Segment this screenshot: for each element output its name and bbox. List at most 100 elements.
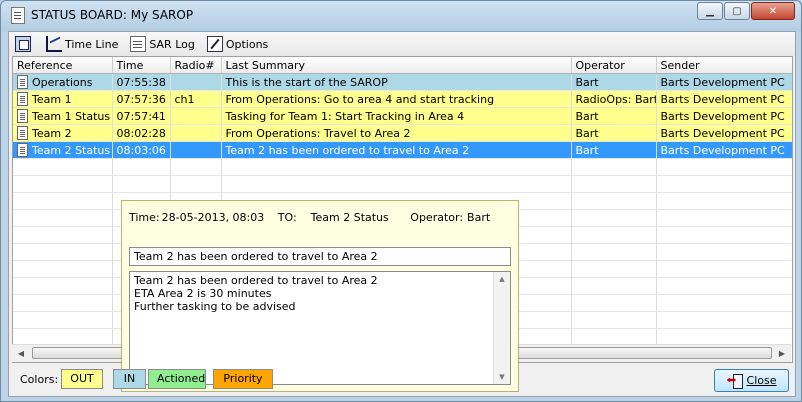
scroll-left-icon[interactable]: ◀: [14, 347, 28, 360]
minimize-icon: ▁: [706, 5, 714, 17]
reference-text: Team 1: [32, 92, 72, 106]
cell-operator: Bart: [571, 73, 657, 91]
empty-cell: [656, 260, 792, 278]
operator-label: Operator:: [410, 211, 464, 224]
table-row[interactable]: Team 1 Status 07:57:41 Tasking for Team 1:…: [13, 107, 792, 125]
options-button[interactable]: Options: [206, 34, 269, 54]
cell-time: 07:57:41: [112, 107, 171, 125]
document-icon: [17, 143, 28, 157]
column-header-reference[interactable]: Reference: [13, 57, 113, 74]
empty-cell: [170, 158, 222, 176]
empty-cell: [656, 209, 792, 227]
close-button[interactable]: Close: [714, 369, 789, 392]
exit-door-icon: [727, 373, 743, 389]
message-line: ETA Area 2 is 30 minutes: [134, 287, 272, 300]
empty-cell: [571, 311, 657, 329]
to-label: TO:: [277, 211, 297, 224]
empty-cell: [656, 294, 792, 312]
chart-icon: [46, 36, 62, 52]
toolbar: Time Line SAR Log Options: [9, 32, 795, 56]
column-header-last-summary[interactable]: Last Summary: [221, 57, 572, 74]
empty-cell: [571, 294, 657, 312]
cell-time: 08:03:06: [112, 141, 171, 159]
cell-reference: Operations: [13, 73, 113, 91]
tile-windows-icon: [15, 36, 31, 52]
empty-cell: [13, 328, 113, 346]
table-row[interactable]: Team 2 08:02:28 From Operations: Travel to…: [13, 124, 792, 142]
cell-time: 07:55:38: [112, 73, 171, 91]
column-header-sender[interactable]: Sender: [656, 57, 792, 74]
maximize-icon: ▢: [732, 5, 742, 17]
maximize-button[interactable]: ▢: [724, 2, 750, 20]
empty-cell: [656, 328, 792, 346]
document-icon: [17, 92, 28, 106]
legend-actioned-swatch: Actioned: [148, 369, 206, 389]
table-row[interactable]: Operations 07:55:38 This is the start of t…: [13, 73, 792, 91]
close-x-icon: ✕: [768, 5, 778, 17]
time-label: Time:: [129, 211, 160, 224]
message-body-lines: Team 2 has been ordered to travel to Are…: [130, 272, 510, 313]
empty-cell: [170, 175, 222, 193]
table-row[interactable]: Team 1 07:57:36 ch1 From Operations: Go to …: [13, 90, 792, 108]
reference-cell-content: Team 1 Status: [17, 109, 111, 123]
reference-text: Operations: [32, 75, 93, 89]
empty-cell: [656, 243, 792, 261]
empty-cell: [112, 158, 171, 176]
reference-text: Team 1 Status: [32, 109, 111, 123]
status-board-window: STATUS BOARD: My SAROP ▁ ▢ ✕ Time Line S…: [0, 0, 802, 402]
empty-cell: [571, 328, 657, 346]
empty-cell: [656, 277, 792, 295]
tile-windows-button[interactable]: [15, 34, 34, 54]
operator-value: Bart: [467, 211, 491, 224]
title-bar[interactable]: STATUS BOARD: My SAROP ▁ ▢ ✕: [1, 1, 801, 29]
empty-cell: [571, 175, 657, 193]
empty-cell: [571, 209, 657, 227]
timeline-label: Time Line: [65, 37, 119, 51]
cell-reference: Team 1: [13, 90, 113, 108]
message-line: Team 2 has been ordered to travel to Are…: [134, 274, 378, 287]
empty-cell: [13, 277, 113, 295]
empty-cell: [13, 260, 113, 278]
cell-sender: Barts Development PC: [656, 73, 792, 91]
minimize-button[interactable]: ▁: [697, 2, 723, 20]
scroll-right-icon[interactable]: ▶: [775, 347, 789, 360]
column-header-time[interactable]: Time: [112, 57, 171, 74]
bottom-bar: Colors: OUT IN Actioned Priority Close: [9, 365, 795, 395]
document-icon: [11, 7, 25, 24]
reference-cell-content: Team 1: [17, 92, 108, 106]
cell-operator: Bart: [571, 141, 657, 159]
cell-radio: [170, 107, 222, 125]
empty-cell: [13, 158, 113, 176]
column-header-radio[interactable]: Radio#: [170, 57, 222, 74]
empty-cell: [571, 277, 657, 295]
empty-cell: [13, 226, 113, 244]
document-icon: [130, 36, 147, 52]
empty-cell: [571, 158, 657, 176]
cell-radio: [170, 141, 222, 159]
sar-log-button[interactable]: SAR Log: [130, 34, 195, 54]
empty-cell: [571, 243, 657, 261]
timeline-button[interactable]: Time Line: [46, 34, 118, 54]
cell-time: 07:57:36: [112, 90, 171, 108]
empty-cell: [221, 175, 572, 193]
summary-field[interactable]: Team 2 has been ordered to travel to Are…: [129, 247, 511, 266]
window-controls: ▁ ▢ ✕: [696, 2, 795, 20]
legend-priority-swatch: Priority: [213, 369, 273, 389]
options-label: Options: [225, 37, 269, 51]
table-row[interactable]: Team 2 Status 08:03:06 Team 2 has been ord…: [13, 141, 792, 159]
cell-radio: [170, 73, 222, 91]
scroll-up-icon[interactable]: ▲: [494, 272, 510, 286]
column-header-operator[interactable]: Operator: [571, 57, 657, 74]
cell-reference: Team 2: [13, 124, 113, 142]
legend-out-swatch: OUT: [61, 369, 103, 389]
empty-cell: [13, 209, 113, 227]
cell-operator: Bart: [571, 107, 657, 125]
cell-last-summary: This is the start of the SAROP: [221, 73, 572, 91]
close-window-button[interactable]: ✕: [751, 2, 795, 20]
cell-sender: Barts Development PC: [656, 107, 792, 125]
cell-operator: RadioOps: Bart: [571, 90, 657, 108]
empty-cell: [656, 175, 792, 193]
empty-cell: [656, 311, 792, 329]
time-value: 28-05-2013, 08:03: [161, 211, 265, 224]
cell-radio: ch1: [170, 90, 222, 108]
